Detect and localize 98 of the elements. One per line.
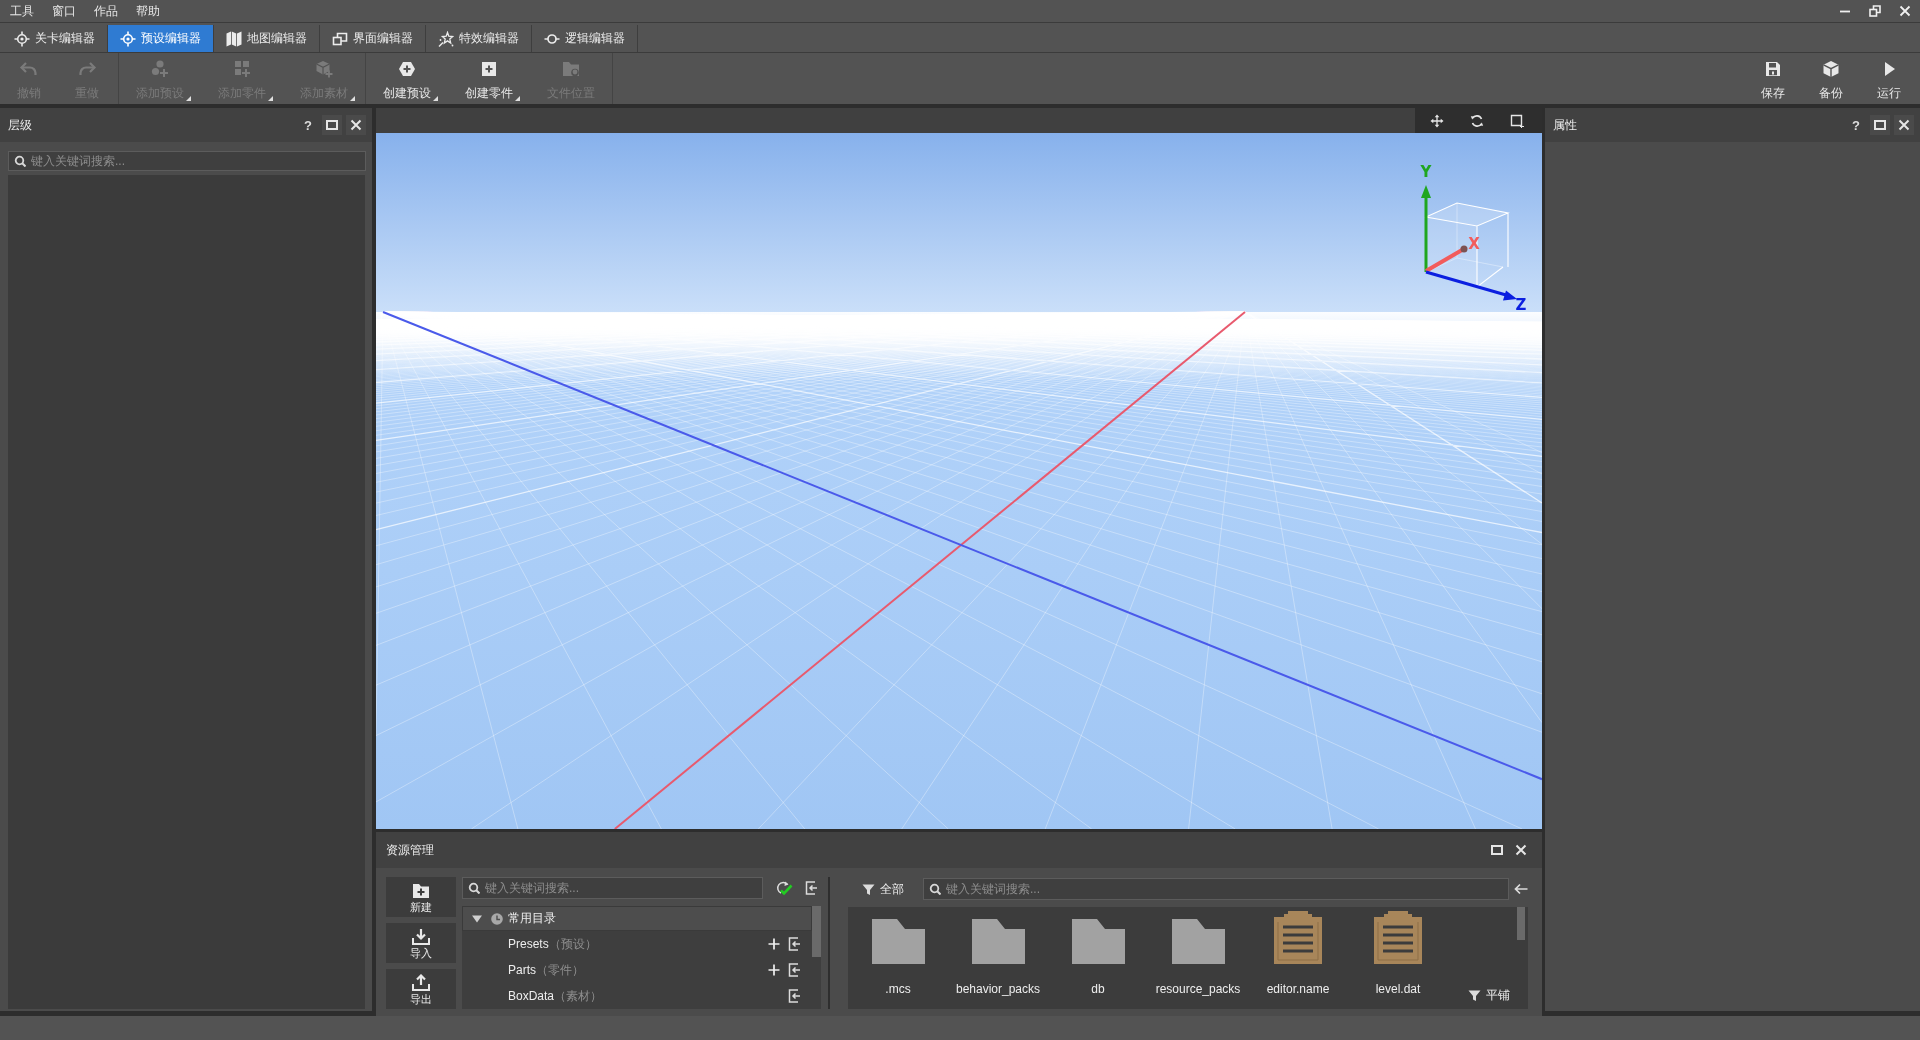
scrollbar-thumb[interactable] bbox=[1517, 907, 1525, 940]
menu-item[interactable]: 作品 bbox=[85, 0, 127, 22]
editor-tab[interactable]: 特效编辑器 bbox=[426, 25, 532, 52]
windows-icon bbox=[332, 30, 348, 47]
funnel-icon bbox=[862, 882, 875, 896]
bracket-arrow-icon[interactable] bbox=[788, 963, 802, 977]
tree-group-label: 常用目录 bbox=[508, 910, 556, 927]
menu-item[interactable]: 窗口 bbox=[43, 0, 85, 22]
toolbar-button[interactable]: 创建零件 bbox=[448, 53, 530, 104]
maximize-icon[interactable] bbox=[322, 115, 342, 135]
folder-icon bbox=[871, 919, 925, 964]
toolbar-button[interactable]: 创建预设 bbox=[366, 53, 448, 104]
file-item[interactable]: editor.name bbox=[1248, 907, 1348, 1009]
tray-down-arrow-icon bbox=[411, 927, 431, 945]
clipboard-icon bbox=[1374, 911, 1422, 964]
square-plus-icon bbox=[479, 59, 499, 79]
item-name: BoxData bbox=[508, 989, 555, 1003]
menu-item[interactable]: 工具 bbox=[1, 0, 43, 22]
left-arrow-icon[interactable] bbox=[1514, 883, 1528, 895]
save-icon bbox=[1763, 59, 1783, 79]
bracket-arrow-icon[interactable] bbox=[788, 989, 802, 1003]
file-item[interactable]: behavior_packs bbox=[948, 907, 1048, 1009]
filter-button[interactable]: 全部 bbox=[848, 878, 904, 900]
restore-icon[interactable] bbox=[1869, 5, 1881, 17]
folder-icon bbox=[971, 919, 1025, 964]
clipboard-icon bbox=[1274, 911, 1322, 964]
file-item[interactable]: resource_packs bbox=[1148, 907, 1248, 1009]
caret-down-icon[interactable] bbox=[472, 914, 482, 923]
search-field[interactable]: 键入关键词搜索... bbox=[8, 151, 366, 171]
maximize-icon[interactable] bbox=[1491, 844, 1503, 856]
rotate-arrows-icon[interactable] bbox=[1470, 113, 1484, 128]
item-note: （零件） bbox=[536, 961, 584, 979]
search-field[interactable]: 键入关键词搜索... bbox=[923, 878, 1509, 900]
editor-tab[interactable]: 地图编辑器 bbox=[214, 25, 320, 52]
refresh-check-icon[interactable] bbox=[775, 880, 793, 896]
file-item[interactable]: .mcs bbox=[848, 907, 948, 1009]
panel-title: 资源管理 bbox=[386, 841, 434, 859]
action-button[interactable]: 导入 bbox=[386, 923, 456, 963]
tree-item[interactable]: Parts（零件） bbox=[462, 957, 812, 983]
panel-title: 属性 bbox=[1553, 116, 1577, 134]
search-icon bbox=[468, 882, 480, 894]
tree-group-row[interactable]: 常用目录 bbox=[462, 906, 812, 931]
search-icon bbox=[929, 883, 941, 895]
maximize-icon[interactable] bbox=[1870, 115, 1890, 135]
search-icon bbox=[14, 155, 26, 167]
action-button[interactable]: 新建 bbox=[386, 877, 456, 917]
hexagon-plus-icon bbox=[397, 59, 417, 79]
help-button[interactable]: ? bbox=[1846, 115, 1866, 135]
help-button[interactable]: ? bbox=[298, 115, 318, 135]
item-note: （预设） bbox=[548, 935, 597, 953]
item-name: Parts bbox=[508, 963, 536, 977]
folder-icon bbox=[1071, 919, 1125, 964]
scrollbar-thumb[interactable] bbox=[812, 906, 821, 957]
tray-up-arrow-icon bbox=[411, 973, 431, 991]
clock-icon bbox=[491, 912, 503, 925]
close-icon[interactable] bbox=[346, 115, 366, 135]
item-note: （素材） bbox=[554, 987, 603, 1005]
x-axis-arrow bbox=[1425, 245, 1468, 273]
plus-icon[interactable] bbox=[768, 938, 780, 950]
folder-plus-icon bbox=[411, 881, 431, 899]
crosshair-icon bbox=[120, 30, 136, 47]
editor-tab[interactable]: 逻辑编辑器 bbox=[532, 25, 638, 52]
close-icon[interactable] bbox=[1515, 844, 1527, 856]
axis-label: Z bbox=[1515, 296, 1527, 314]
axis-label: X bbox=[1468, 235, 1480, 253]
close-icon[interactable] bbox=[1899, 5, 1911, 17]
panel-title: 层级 bbox=[8, 116, 32, 134]
menu-item[interactable]: 帮助 bbox=[127, 0, 169, 22]
item-name: Presets bbox=[508, 937, 549, 951]
toolbar-button[interactable]: 备份 bbox=[1802, 53, 1860, 104]
funnel-icon bbox=[1468, 989, 1481, 1002]
move-arrows-icon[interactable] bbox=[1430, 113, 1444, 128]
cube-icon bbox=[1821, 59, 1841, 79]
search-field[interactable]: 键入关键词搜索... bbox=[462, 877, 763, 899]
bracket-arrow-icon[interactable] bbox=[788, 937, 802, 951]
toolbar-button[interactable]: 保存 bbox=[1744, 53, 1802, 104]
view-mode-button[interactable]: 平铺 bbox=[1468, 987, 1510, 1004]
tree-item[interactable]: Presets（预设） bbox=[462, 931, 812, 957]
circles-plus-icon bbox=[150, 59, 170, 79]
crop-square-icon[interactable] bbox=[1510, 113, 1524, 128]
close-icon[interactable] bbox=[1894, 115, 1914, 135]
crosshair-icon bbox=[14, 30, 30, 47]
file-item[interactable]: db bbox=[1048, 907, 1148, 1009]
plus-icon[interactable] bbox=[768, 964, 780, 976]
folder-pin-icon bbox=[561, 59, 581, 79]
editor-tab[interactable]: 预设编辑器 bbox=[108, 25, 214, 52]
tree-item[interactable]: BoxData（素材） bbox=[462, 983, 812, 1009]
file-item[interactable]: level.dat bbox=[1348, 907, 1448, 1009]
map-icon bbox=[226, 30, 242, 47]
folder-icon bbox=[1171, 919, 1225, 964]
toolbar-button[interactable]: 运行 bbox=[1860, 53, 1918, 104]
magic-wand-icon bbox=[438, 30, 454, 47]
axis-label: Y bbox=[1420, 163, 1432, 181]
bracket-arrow-icon[interactable] bbox=[805, 881, 819, 895]
action-button[interactable]: 导出 bbox=[386, 969, 456, 1009]
grid-plus-icon bbox=[232, 59, 252, 79]
editor-tab[interactable]: 界面编辑器 bbox=[320, 25, 426, 52]
cube-plus-icon bbox=[314, 59, 334, 79]
